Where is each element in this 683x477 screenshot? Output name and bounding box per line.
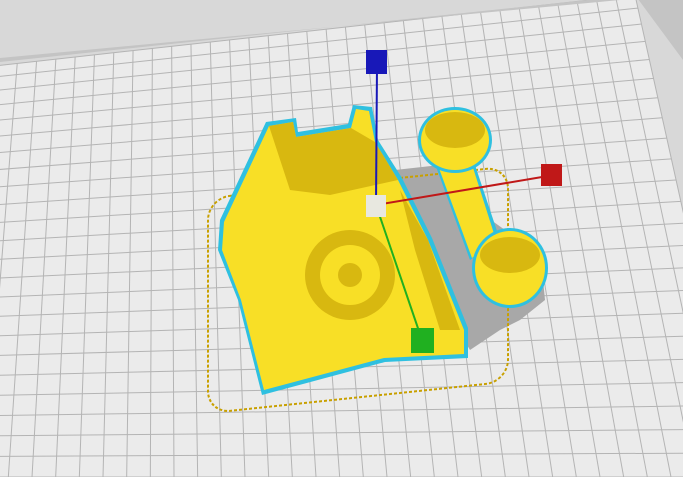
x-axis-handle[interactable] — [541, 164, 562, 186]
y-axis-handle[interactable] — [411, 328, 434, 353]
z-axis-handle[interactable] — [366, 50, 387, 74]
viewport-3d[interactable] — [0, 0, 683, 477]
scene[interactable] — [0, 0, 683, 477]
center-handle[interactable] — [366, 195, 386, 217]
z-axis-line — [375, 64, 378, 206]
